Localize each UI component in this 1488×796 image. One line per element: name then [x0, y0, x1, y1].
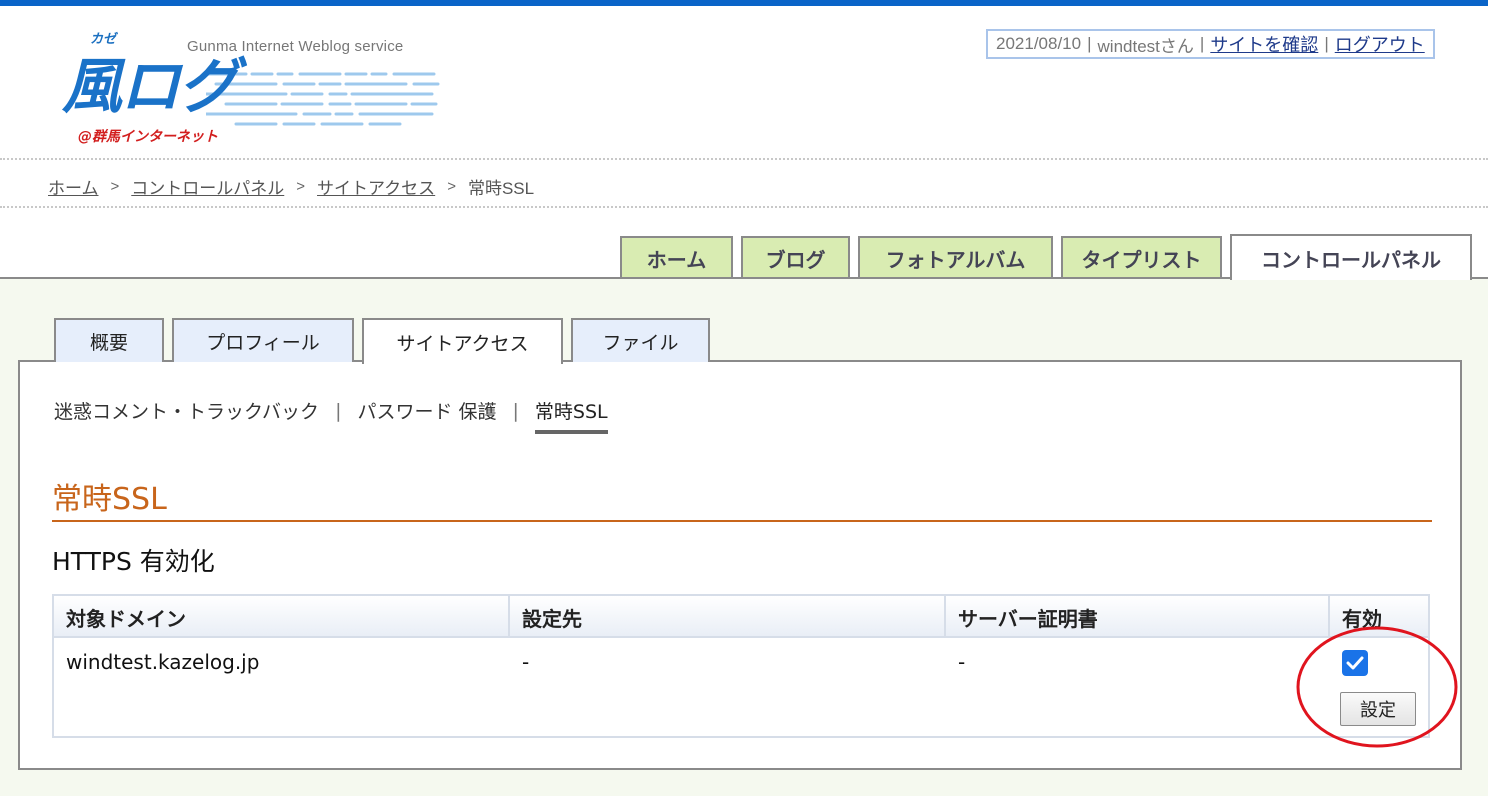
column-header-enabled: 有効 [1342, 606, 1382, 631]
divider [0, 206, 1488, 208]
tab-control-panel[interactable]: コントロールパネル [1230, 234, 1472, 280]
view-site-link[interactable]: サイトを確認 [1210, 31, 1318, 57]
separator: | [335, 399, 342, 422]
subtab-overview[interactable]: 概要 [54, 318, 164, 362]
subtab-profile[interactable]: プロフィール [172, 318, 354, 362]
subnav-spam-comment[interactable]: 迷惑コメント・トラックバック [54, 397, 319, 424]
breadcrumb-site-access[interactable]: サイトアクセス [317, 174, 435, 199]
subnav-always-ssl[interactable]: 常時SSL [534, 397, 608, 434]
cell-certificate: - [958, 650, 966, 674]
tab-typelist[interactable]: タイプリスト [1061, 236, 1222, 278]
logout-link[interactable]: ログアウト [1335, 31, 1425, 57]
https-table: 対象ドメイン 設定先 サーバー証明書 有効 windtest.kazelog.j… [52, 594, 1430, 738]
user-info-box: 2021/08/10 | windtestさん | サイトを確認 | ログアウト [986, 29, 1435, 59]
submit-button[interactable]: 設定 [1340, 692, 1416, 726]
divider [0, 158, 1488, 160]
subtab-file[interactable]: ファイル [571, 318, 710, 362]
chevron-right-icon: > [110, 178, 120, 195]
section-subheading: HTTPS 有効化 [52, 547, 215, 576]
logo-furigana: カゼ [90, 32, 117, 47]
breadcrumb-home[interactable]: ホーム [48, 174, 99, 199]
subnav-password-protection[interactable]: パスワード 保護 [357, 397, 496, 424]
user-name: windtestさん [1097, 36, 1194, 56]
table-header: 対象ドメイン 設定先 サーバー証明書 有効 [54, 596, 1428, 638]
tab-home[interactable]: ホーム [620, 236, 733, 278]
chevron-right-icon: > [447, 178, 456, 195]
separator: | [512, 399, 519, 422]
site-logo[interactable]: Gunma Internet Weblog service カゼ 風ログ @群馬… [56, 26, 456, 154]
separator: | [1087, 34, 1092, 53]
separator: | [1324, 34, 1329, 53]
logo-provider: @群馬インターネット [78, 129, 218, 145]
column-header-certificate: サーバー証明書 [946, 596, 1330, 638]
page-title: 常時SSL [52, 474, 1432, 522]
breadcrumb-current: 常時SSL [467, 179, 535, 198]
breadcrumb: ホーム > コントロールパネル > サイトアクセス > 常時SSL [48, 174, 534, 199]
main-tabs: ホーム ブログ フォトアルバム タイプリスト コントロールパネル [0, 234, 1488, 280]
sub-navigation: 迷惑コメント・トラックバック | パスワード 保護 | 常時SSL [54, 392, 608, 434]
column-header-target: 設定先 [510, 596, 946, 638]
column-header-domain: 対象ドメイン [54, 596, 510, 638]
wind-lines-icon [206, 72, 440, 126]
logo-brand: 風ログ [62, 52, 238, 122]
current-date: 2021/08/10 [996, 34, 1082, 53]
tab-blog[interactable]: ブログ [741, 236, 850, 278]
separator: | [1199, 34, 1205, 53]
subtab-site-access[interactable]: サイトアクセス [362, 318, 563, 364]
chevron-right-icon: > [296, 178, 306, 195]
cell-domain: windtest.kazelog.jp [66, 650, 260, 674]
top-accent-bar [0, 0, 1488, 6]
tab-photo-album[interactable]: フォトアルバム [858, 236, 1053, 278]
settings-panel: 迷惑コメント・トラックバック | パスワード 保護 | 常時SSL 常時SSL … [18, 360, 1462, 770]
breadcrumb-control-panel[interactable]: コントロールパネル [131, 174, 284, 199]
cell-target: - [522, 650, 530, 674]
checkmark-icon [1346, 656, 1364, 670]
enabled-checkbox[interactable] [1342, 650, 1368, 676]
